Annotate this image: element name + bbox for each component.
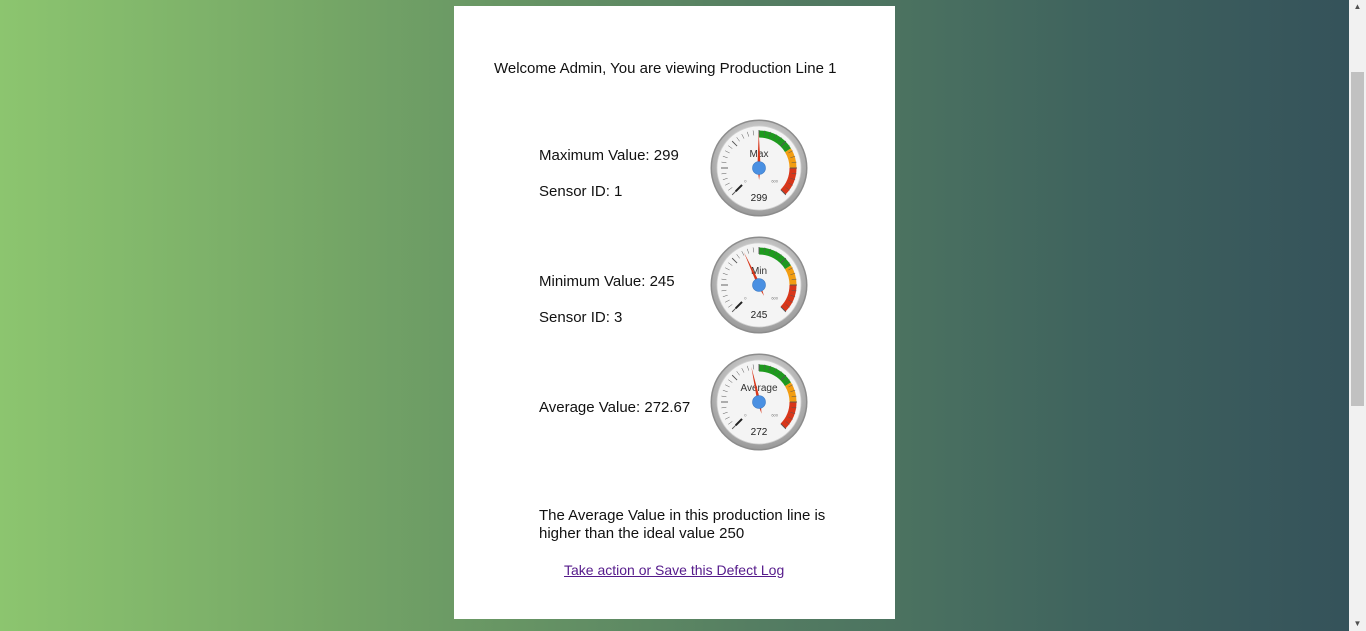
vertical-scrollbar[interactable]: ▲ ▼	[1349, 0, 1366, 631]
scroll-down-arrow-icon[interactable]: ▼	[1349, 617, 1366, 631]
gauge-hub	[752, 161, 766, 175]
gauge-value-readout: 272	[751, 427, 768, 438]
gauge-title: Average	[740, 383, 778, 394]
average-warning-message: The Average Value in this production lin…	[539, 507, 826, 542]
min-gauge: 0 600 Min 245	[710, 236, 808, 334]
gauge-scale-max-label: 600	[771, 413, 778, 418]
scroll-up-arrow-icon[interactable]: ▲	[1349, 0, 1366, 14]
max-value-label: Maximum Value: 299	[539, 147, 679, 164]
defect-log-link[interactable]: Take action or Save this Defect Log	[564, 562, 784, 578]
content-panel: Welcome Admin, You are viewing Productio…	[454, 6, 895, 619]
gauge-value-readout: 299	[751, 193, 768, 204]
gauge-dial: 0 600Average272	[710, 353, 808, 451]
gauge-value-readout: 245	[751, 310, 768, 321]
gauge-hub	[752, 395, 766, 409]
gauge-hub	[752, 278, 766, 292]
min-value-label: Minimum Value: 245	[539, 273, 675, 290]
gauge-dial: 0 600Min245	[710, 236, 808, 334]
average-value-label: Average Value: 272.67	[539, 399, 691, 416]
max-gauge: 0600Max299	[710, 119, 808, 217]
average-gauge: 0 600 Average 272	[710, 353, 808, 451]
max-sensor-id: Sensor ID: 1	[539, 183, 623, 200]
welcome-heading: Welcome Admin, You are viewing Productio…	[494, 60, 837, 77]
scrollbar-thumb[interactable]	[1351, 72, 1364, 406]
gauge-scale-max-label: 600	[771, 296, 778, 301]
min-sensor-id: Sensor ID: 3	[539, 309, 623, 326]
gauge-dial: 0600Max299	[710, 119, 808, 217]
gauge-scale-max-label: 600	[771, 179, 778, 184]
